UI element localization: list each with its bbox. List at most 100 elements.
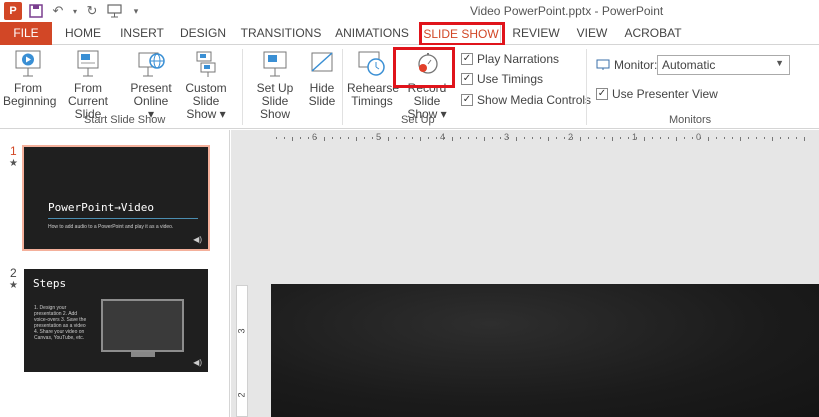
slide-thumbnail-1[interactable]: PowerPoint→Video How to add audio to a P… [22,145,210,251]
undo-icon[interactable]: ↶ [50,3,66,19]
powerpoint-logo-icon[interactable]: P [4,2,22,20]
quick-access-toolbar: P ↶ ▾ ↻ ▾ [4,2,144,20]
stopwatch-icon [357,49,387,79]
tab-insert[interactable]: INSERT [117,24,167,45]
ruler-tick [556,137,557,139]
thumbnail-title: PowerPoint→Video [48,201,154,214]
custom-show-label-2: Show ▾ [186,107,226,121]
ruler-tick [388,137,389,141]
setup-show-icon [260,49,290,79]
television-stand [131,352,155,357]
ruler-tick [372,137,373,139]
ruler-tick [276,137,277,139]
chevron-down-icon: ▼ [775,58,784,68]
use-presenter-view-label: Use Presenter View [612,87,718,101]
present-online-button[interactable]: Present Online ▾ [129,49,173,121]
from-current-slide-button[interactable]: From Current Slide [55,49,121,121]
ruler-tick [596,137,597,139]
set-up-group-label: Set Up [401,114,435,126]
current-slide-canvas[interactable] [271,284,819,417]
ruler-label: 3 [504,132,510,142]
ruler-tick [772,137,773,141]
monitor-label: Monitor: [614,58,658,72]
ruler-tick [668,137,669,139]
tab-transitions[interactable]: TRANSITIONS [240,24,322,45]
ruler-label: 6 [312,132,318,142]
ruler-tick [548,137,549,141]
animation-star-icon: ★ [9,158,18,169]
hide-slide-label-2: Slide [308,94,336,108]
vertical-ruler: 3 2 [236,285,248,417]
group-separator [586,49,587,125]
ruler-tick [348,137,349,139]
tab-file[interactable]: FILE [0,22,52,45]
ruler-tick [420,137,421,141]
ruler-tick [796,137,797,139]
ruler-tick [292,137,293,141]
ruler-tick [324,137,325,141]
ruler-tick [724,137,725,139]
show-media-controls-checkbox[interactable]: ✓ Show Media Controls [461,93,591,107]
ruler-tick [516,137,517,141]
use-presenter-view-checkbox[interactable]: ✓ Use Presenter View [596,87,718,101]
checkmark-icon: ✓ [461,53,473,65]
ruler-tick [676,137,677,141]
tab-acrobat[interactable]: ACROBAT [622,24,684,45]
ruler-tick [716,137,717,139]
thumbnail-bullets: 1. Design your presentation 2. Add voice… [34,305,87,341]
slide-show-tab-highlight [419,22,505,46]
use-timings-checkbox[interactable]: ✓ Use Timings [461,72,543,86]
checkmark-icon: ✓ [461,73,473,85]
tab-review[interactable]: REVIEW [510,24,562,45]
tab-home[interactable]: HOME [60,24,106,45]
from-beginning-button[interactable]: From Beginning [3,49,56,108]
save-icon[interactable] [28,3,44,19]
set-up-slide-show-button[interactable]: Set Up Slide Show [247,49,303,121]
ruler-tick [436,137,437,139]
slideshow-current-icon [73,49,103,79]
tab-view[interactable]: VIEW [572,24,612,45]
thumbnail-subtitle: How to add audio to a PowerPoint and pla… [48,224,174,230]
undo-dropdown-icon[interactable]: ▾ [72,3,78,19]
monitor-select[interactable]: Automatic ▼ [657,55,790,75]
ruler-tick [748,137,749,139]
slide-number: 1 [10,144,17,158]
presentation-icon[interactable] [106,3,122,19]
ruler-tick [644,137,645,141]
ruler-tick [564,137,565,139]
hide-slide-button[interactable]: Hide Slide [305,49,339,108]
ruler-tick [364,137,365,139]
tab-design[interactable]: DESIGN [178,24,228,45]
ruler-tick [468,137,469,139]
ruler-label: 5 [376,132,382,142]
tab-animations[interactable]: ANIMATIONS [332,24,412,45]
slide-number: 2 [10,266,17,280]
ruler-tick [740,137,741,141]
ruler-tick [540,137,541,139]
ribbon-tabs: FILE HOME INSERT DESIGN TRANSITIONS ANIM… [0,22,819,45]
rehearse-timings-button[interactable]: Rehearse Timings [347,49,399,108]
slide-thumbnail-2[interactable]: Steps 1. Design your presentation 2. Add… [24,269,208,372]
hide-slide-icon [307,49,337,79]
ruler-tick [284,137,285,139]
ruler-tick [460,137,461,139]
ruler-tick [492,137,493,139]
ruler-tick [300,137,301,139]
play-narrations-label: Play Narrations [477,52,560,66]
custom-slide-show-button[interactable]: Custom Slide Show ▾ [173,49,239,121]
ruler-tick [396,137,397,139]
speaker-icon: ◀) [193,358,202,367]
ruler-tick [476,137,477,139]
redo-icon[interactable]: ↻ [84,3,100,19]
divider [48,218,198,219]
television-image [101,299,184,352]
horizontal-ruler: 6 5 4 3 2 1 0 [272,132,812,144]
checkmark-icon: ✓ [596,88,608,100]
ruler-tick [580,137,581,141]
play-narrations-checkbox[interactable]: ✓ Play Narrations [461,52,559,66]
ruler-tick [532,137,533,139]
customize-qat-icon[interactable]: ▾ [128,3,144,19]
ruler-tick [660,137,661,139]
globe-presentation-icon [136,49,166,79]
ruler-tick [404,137,405,139]
